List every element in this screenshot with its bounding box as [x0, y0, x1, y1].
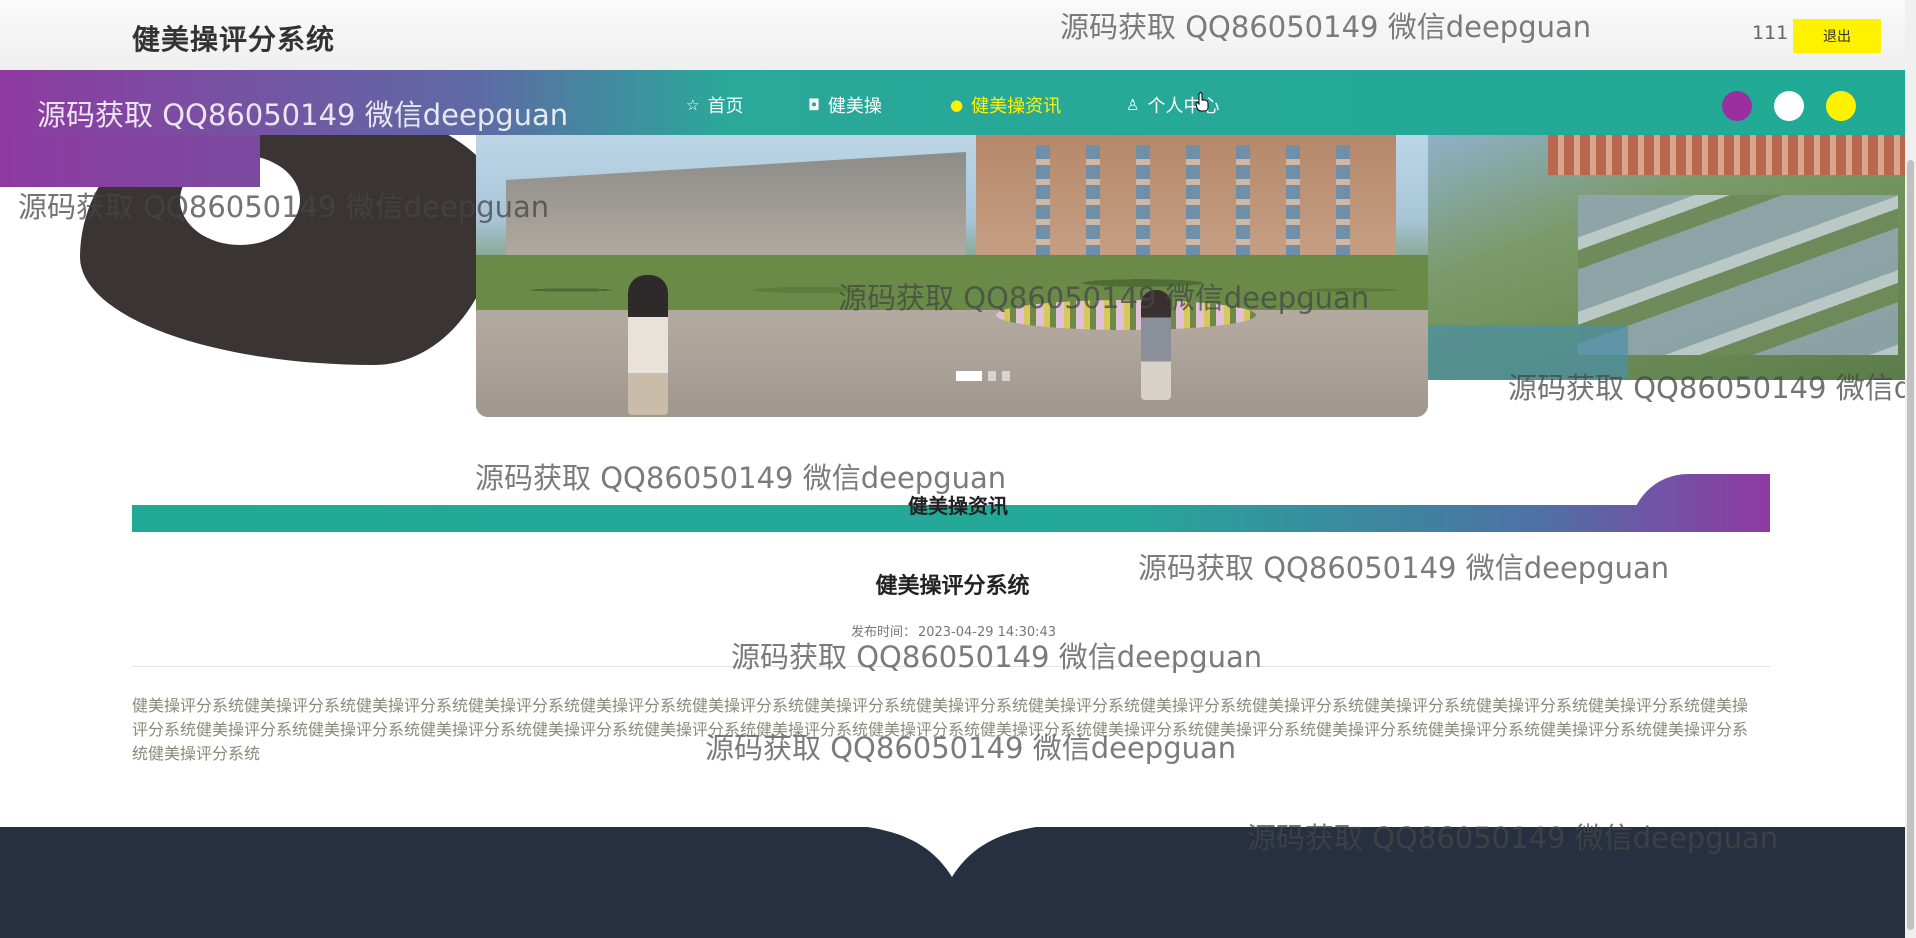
nav-item-label: 健美操资讯: [971, 96, 1062, 117]
carousel-indicator[interactable]: [988, 371, 996, 381]
carousel-side-image-left: [0, 135, 476, 380]
theme-swatch-purple[interactable]: [1722, 91, 1752, 121]
watermark: 源码获取 QQ86050149 微信deepguan: [1060, 10, 1592, 44]
watermark: 源码获取 QQ86050149 微信deepguan: [705, 731, 1237, 765]
scrollbar-thumb[interactable]: [1907, 160, 1914, 930]
watermark: 源码获取 QQ86050149 微信deepguan: [475, 461, 1007, 495]
theme-swatch-white[interactable]: [1774, 91, 1804, 121]
bag-icon: ◘: [808, 96, 820, 114]
watermark: 源码获取 QQ86050149 微信deepguan: [1247, 821, 1779, 855]
page-scrollbar[interactable]: [1905, 0, 1916, 938]
nav-item-label: 健美操: [827, 96, 882, 117]
watermark: 源码获取 QQ86050149 微信deepguan: [731, 640, 1263, 674]
watermark: 源码获取 QQ86050149 微信deepguan: [838, 281, 1370, 315]
carousel-indicators: [956, 371, 1010, 381]
username[interactable]: 111: [1752, 22, 1788, 44]
watermark: 源码获取 QQ86050149 微信deepguan: [18, 190, 550, 224]
person-figure: [628, 275, 668, 415]
nav-item-news[interactable]: ● 健美操资讯: [950, 92, 1061, 118]
carousel-indicator[interactable]: [956, 371, 982, 381]
hand-cursor-icon: [1195, 92, 1209, 112]
nav-item-label: 首页: [707, 96, 744, 117]
site-title: 健美操评分系统: [132, 23, 336, 56]
info-icon: ●: [950, 96, 964, 114]
carousel-side-image-right: [1428, 135, 1905, 380]
carousel-indicator[interactable]: [1002, 371, 1010, 381]
watermark: 源码获取 QQ86050149 微信deepguan: [37, 98, 569, 132]
nav-item-aerobics[interactable]: ◘ 健美操: [808, 92, 882, 118]
page: 健美操评分系统 111 退出 ☆ 首页 ◘ 健美操 ● 健美操资讯 ♙ 个人中心: [0, 0, 1916, 938]
star-icon: ☆: [686, 96, 700, 114]
user-icon: ♙: [1126, 96, 1140, 114]
theme-swatch-yellow[interactable]: [1826, 91, 1856, 121]
watermark: 源码获取 QQ86050149 微信deepguan: [1508, 371, 1916, 405]
logout-button[interactable]: 退出: [1793, 19, 1881, 53]
nav-item-home[interactable]: ☆ 首页: [686, 92, 743, 118]
watermark: 源码获取 QQ86050149 微信deepguan: [1138, 551, 1670, 585]
top-header: 健美操评分系统 111 退出: [0, 0, 1905, 70]
